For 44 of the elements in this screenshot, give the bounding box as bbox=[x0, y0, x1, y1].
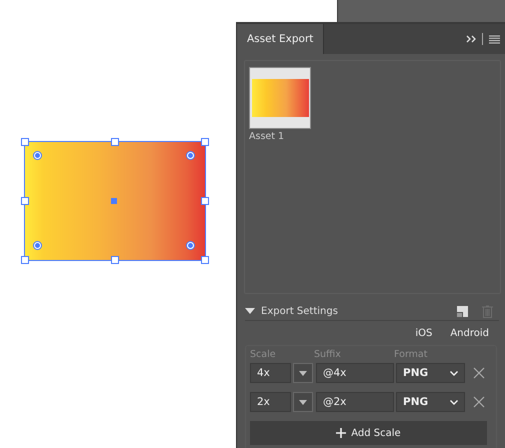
scale-field[interactable]: 2x bbox=[250, 392, 291, 412]
plus-icon bbox=[336, 428, 346, 438]
scale-dropdown-button[interactable] bbox=[293, 392, 313, 412]
section-title: Export Settings bbox=[261, 306, 338, 316]
caret-icon[interactable] bbox=[245, 308, 255, 314]
column-header: Format bbox=[394, 349, 428, 362]
resize-handle[interactable] bbox=[201, 197, 209, 205]
resize-handle[interactable] bbox=[21, 256, 29, 264]
scale-field[interactable]: 4x bbox=[250, 363, 291, 383]
resize-handle[interactable] bbox=[21, 138, 29, 146]
resize-handle[interactable] bbox=[111, 256, 119, 264]
menu-icon[interactable] bbox=[489, 34, 500, 44]
format-value: PNG bbox=[403, 366, 428, 381]
scale-dropdown-button[interactable] bbox=[293, 363, 313, 383]
suffix-field[interactable]: @4x bbox=[316, 363, 394, 383]
resize-handle[interactable] bbox=[201, 256, 209, 264]
suffix-field[interactable]: @2x bbox=[316, 392, 394, 412]
corner-widget-icon[interactable] bbox=[187, 242, 194, 249]
remove-icon[interactable] bbox=[473, 396, 485, 408]
asset-name: Asset 1 bbox=[249, 131, 284, 142]
resize-handle[interactable] bbox=[111, 138, 119, 146]
add-scale-button[interactable]: Add Scale bbox=[250, 421, 487, 445]
format-value: PNG bbox=[403, 395, 428, 410]
column-header: Scale bbox=[250, 349, 277, 362]
center-point-icon bbox=[111, 198, 117, 204]
double-chevron-icon[interactable] bbox=[466, 35, 476, 43]
caret-icon bbox=[299, 370, 307, 376]
column-header: Suffix bbox=[314, 349, 342, 362]
corner-widget-icon[interactable] bbox=[34, 242, 41, 249]
platform-link[interactable]: iOS bbox=[415, 327, 432, 341]
remove-icon[interactable] bbox=[473, 367, 485, 379]
caret-icon bbox=[299, 400, 307, 404]
chevron-down-icon bbox=[450, 370, 458, 376]
platform-link[interactable]: Android bbox=[450, 327, 489, 341]
format-dropdown[interactable]: PNG bbox=[396, 392, 465, 412]
chevron-down-icon bbox=[450, 400, 458, 404]
asset-thumbnail[interactable] bbox=[249, 67, 311, 129]
resize-handle[interactable] bbox=[21, 197, 29, 205]
corner-widget-icon[interactable] bbox=[187, 152, 194, 159]
resize-handle[interactable] bbox=[201, 138, 209, 146]
panel-tab[interactable]: Asset Export bbox=[237, 24, 324, 54]
corner-widget-icon[interactable] bbox=[34, 152, 41, 159]
export-icon[interactable] bbox=[457, 306, 468, 316]
format-dropdown[interactable]: PNG bbox=[396, 363, 465, 383]
